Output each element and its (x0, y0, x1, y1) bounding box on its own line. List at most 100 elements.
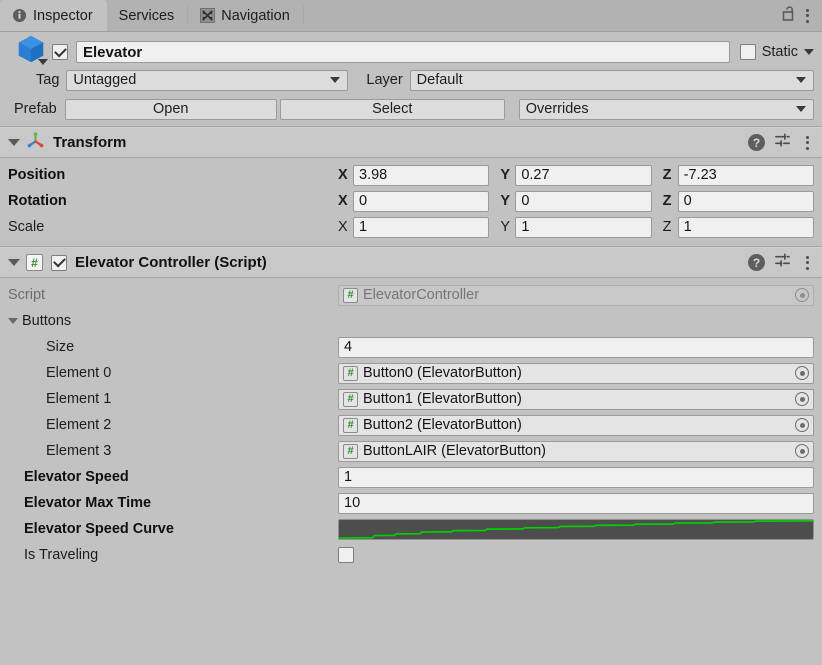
elevator-controller-header-actions: ? (748, 252, 814, 273)
element-2-value: Button2 (ElevatorButton) (363, 417, 522, 433)
layer-dropdown[interactable]: Default (409, 69, 814, 91)
buttons-size-input[interactable]: 4 (338, 336, 814, 358)
object-picker-icon[interactable] (795, 392, 809, 406)
object-picker-icon[interactable] (795, 366, 809, 380)
buttons-element-row: Element 1 # Button1 (ElevatorButton) (8, 386, 814, 412)
csharp-script-icon: # (343, 417, 358, 433)
tab-navigation[interactable]: Navigation (188, 0, 304, 31)
tab-bar-actions (781, 0, 822, 31)
tag-dropdown[interactable]: Untagged (66, 69, 349, 91)
tab-inspector-label: Inspector (33, 7, 93, 24)
object-picker-icon (795, 288, 809, 302)
scale-x-input[interactable]: 1 (353, 216, 490, 238)
elevator-speed-curve-field[interactable] (338, 518, 814, 540)
transform-axis-icon (26, 131, 45, 154)
gameobject-enabled-checkbox[interactable] (52, 44, 68, 60)
unlocked-padlock-icon[interactable] (781, 5, 796, 26)
help-icon[interactable]: ? (748, 134, 765, 151)
elevator-max-time-input[interactable]: 10 (338, 492, 814, 514)
static-label: Static (761, 44, 798, 60)
element-3-object-field[interactable]: # ButtonLAIR (ElevatorButton) (338, 440, 814, 462)
axis-z-label: Z (662, 193, 672, 209)
element-0-label: Element 0 (46, 365, 112, 381)
elevator-controller-enabled-checkbox[interactable] (51, 254, 67, 271)
tab-inspector[interactable]: Inspector (0, 0, 107, 31)
transform-component-header: Transform ? (0, 127, 822, 158)
element-2-label: Element 2 (46, 417, 112, 433)
script-object-field: # ElevatorController (338, 284, 814, 306)
element-1-object-field[interactable]: # Button1 (ElevatorButton) (338, 388, 814, 410)
info-icon (12, 8, 27, 23)
buttons-size-row: Size 4 (8, 334, 814, 360)
curve-graph (339, 520, 813, 539)
buttons-element-row: Element 0 # Button0 (ElevatorButton) (8, 360, 814, 386)
rotation-y: Y 0 (500, 190, 652, 212)
buttons-foldout-icon[interactable] (8, 318, 18, 324)
tab-services[interactable]: Services (107, 0, 189, 31)
chevron-down-icon (796, 77, 806, 83)
layer-label: Layer (366, 72, 403, 88)
element-0-object-field[interactable]: # Button0 (ElevatorButton) (338, 362, 814, 384)
elevator-max-time-label: Elevator Max Time (24, 495, 152, 511)
is-traveling-checkbox[interactable] (338, 547, 354, 563)
preset-settings-icon[interactable] (774, 132, 791, 153)
rotation-label: Rotation (8, 193, 67, 209)
rotation-vector: X 0 Y 0 Z 0 (338, 190, 814, 212)
axis-y-label: Y (500, 219, 510, 235)
prefab-open-button[interactable]: Open (64, 98, 277, 120)
axis-y-label: Y (500, 193, 510, 209)
elevator-speed-input[interactable]: 1 (338, 466, 814, 488)
preset-settings-icon[interactable] (774, 252, 791, 273)
position-x: X 3.98 (338, 164, 490, 186)
static-dropdown-caret-icon[interactable] (804, 49, 814, 55)
position-x-input[interactable]: 3.98 (353, 164, 490, 186)
rotation-x: X 0 (338, 190, 490, 212)
navigation-expand-icon (200, 8, 216, 23)
kebab-menu-icon[interactable] (800, 254, 814, 272)
element-0-value: Button0 (ElevatorButton) (363, 365, 522, 381)
axis-x-label: X (338, 193, 348, 209)
kebab-menu-icon[interactable] (800, 134, 814, 152)
scale-x: X 1 (338, 216, 490, 238)
position-z-input[interactable]: -7.23 (677, 164, 814, 186)
prefab-overrides-value: Overrides (525, 101, 589, 117)
rotation-z-input[interactable]: 0 (677, 190, 814, 212)
elevator-speed-curve-row: Elevator Speed Curve (8, 516, 814, 542)
static-checkbox[interactable] (739, 44, 756, 60)
prefab-select-button[interactable]: Select (279, 98, 505, 120)
prefab-cube-icon[interactable] (8, 33, 52, 71)
prefab-dropdown-caret-icon[interactable] (38, 59, 48, 65)
buttons-array-foldout-row[interactable]: Buttons (8, 308, 814, 334)
static-group: Static (739, 44, 814, 60)
element-2-object-field[interactable]: # Button2 (ElevatorButton) (338, 414, 814, 436)
layer-value: Default (416, 72, 463, 88)
prefab-label: Prefab (14, 101, 57, 117)
elevator-controller-foldout-icon[interactable] (8, 259, 20, 266)
position-label: Position (8, 167, 66, 183)
elevator-max-time-row: Elevator Max Time 10 (8, 490, 814, 516)
tab-bar: Inspector Services Navigation (0, 0, 822, 32)
scale-vector: X 1 Y 1 Z 1 (338, 216, 814, 238)
object-picker-icon[interactable] (795, 444, 809, 458)
help-icon[interactable]: ? (748, 254, 765, 271)
gameobject-name-input[interactable]: Elevator (76, 41, 730, 63)
scale-y-input[interactable]: 1 (515, 216, 652, 238)
axis-x-label: X (338, 219, 348, 235)
scale-z-input[interactable]: 1 (677, 216, 814, 238)
prefab-overrides-dropdown[interactable]: Overrides (518, 98, 814, 120)
element-3-value: ButtonLAIR (ElevatorButton) (363, 443, 546, 459)
tag-layer-row: Tag Untagged Layer Default (8, 67, 814, 93)
object-picker-icon[interactable] (795, 418, 809, 432)
csharp-script-icon: # (26, 254, 43, 271)
chevron-down-icon (330, 77, 341, 83)
position-y-input[interactable]: 0.27 (515, 164, 652, 186)
scale-y: Y 1 (500, 216, 652, 238)
transform-foldout-icon[interactable] (8, 139, 20, 146)
is-traveling-label: Is Traveling (24, 547, 99, 563)
chevron-down-icon (796, 106, 806, 112)
kebab-menu-icon[interactable] (800, 7, 814, 25)
csharp-script-icon: # (343, 365, 358, 381)
script-label: Script (8, 287, 46, 303)
rotation-x-input[interactable]: 0 (353, 190, 490, 212)
rotation-y-input[interactable]: 0 (515, 190, 652, 212)
